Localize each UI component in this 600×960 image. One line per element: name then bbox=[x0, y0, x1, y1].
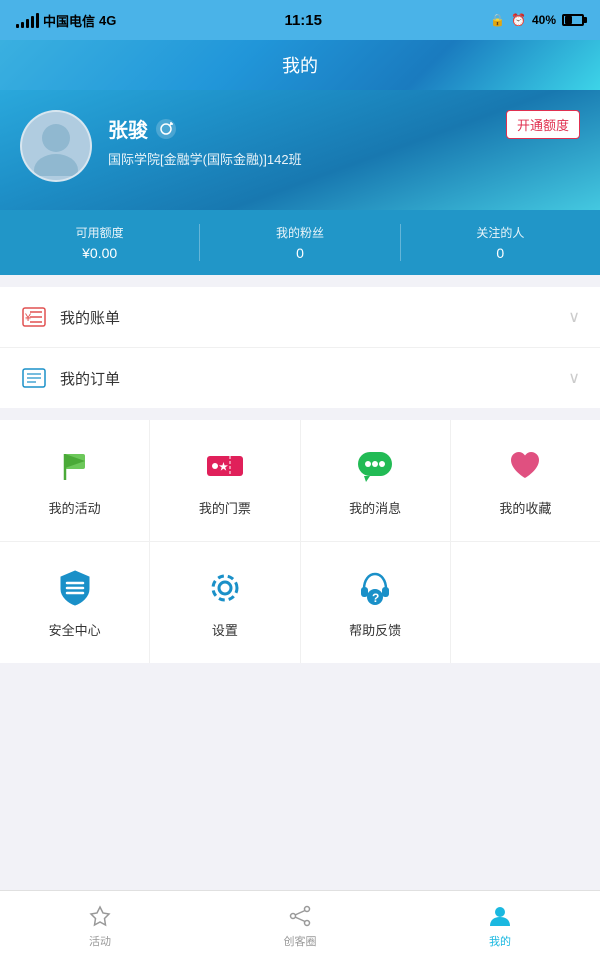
nav-item-mine[interactable]: 我的 bbox=[400, 891, 600, 960]
svg-text:?: ? bbox=[372, 591, 379, 605]
menu-bill-label: 我的账单 bbox=[60, 307, 568, 328]
grid-cell-help[interactable]: ? 帮助反馈 bbox=[301, 542, 451, 663]
stat-fans-label: 我的粉丝 bbox=[200, 224, 399, 241]
battery-pct: 40% bbox=[532, 13, 556, 27]
stat-quota: 可用额度 ¥0.00 bbox=[0, 224, 200, 261]
grid-row-2: 安全中心 设置 ? bbox=[0, 542, 600, 663]
grid-cell-ticket[interactable]: ★ 我的门票 bbox=[150, 420, 300, 541]
grid-message-label: 我的消息 bbox=[349, 498, 401, 517]
network-label: 4G bbox=[99, 13, 116, 28]
open-quota-button[interactable]: 开通额度 bbox=[506, 110, 580, 139]
status-bar: 中国电信 4G 11:15 🔒 ⏰ 40% bbox=[0, 0, 600, 40]
menu-item-order[interactable]: 我的订单 ∨ bbox=[0, 348, 600, 408]
alarm-icon: ⏰ bbox=[511, 13, 526, 27]
carrier-label: 中国电信 bbox=[43, 11, 95, 30]
grid-ticket-label: 我的门票 bbox=[199, 498, 251, 517]
stat-fans: 我的粉丝 0 bbox=[200, 224, 400, 261]
bill-chevron-icon: ∨ bbox=[568, 307, 580, 327]
lock-icon: 🔒 bbox=[490, 13, 505, 27]
ticket-icon: ★ bbox=[203, 444, 247, 488]
avatar bbox=[20, 110, 92, 182]
menu-section: ¥ 我的账单 ∨ 我的订单 ∨ bbox=[0, 287, 600, 408]
nav-item-circle[interactable]: 创客圈 bbox=[200, 891, 400, 960]
nav-circle-label: 创客圈 bbox=[284, 933, 317, 949]
profile-name: 张骏 bbox=[108, 114, 148, 143]
grid-cell-activity[interactable]: 我的活动 bbox=[0, 420, 150, 541]
grid-favorite-label: 我的收藏 bbox=[499, 498, 551, 517]
grid-help-label: 帮助反馈 bbox=[349, 620, 401, 639]
gender-icon bbox=[156, 119, 176, 139]
battery-icon bbox=[562, 14, 584, 26]
status-time: 11:15 bbox=[284, 12, 322, 29]
order-chevron-icon: ∨ bbox=[568, 368, 580, 388]
menu-order-label: 我的订单 bbox=[60, 368, 568, 389]
bill-icon: ¥ bbox=[20, 303, 48, 331]
stat-following: 关注的人 0 bbox=[401, 224, 600, 261]
profile-section: 张骏 国际学院[金融学(国际金融)]142班 开通额度 bbox=[0, 90, 600, 210]
svg-text:★: ★ bbox=[219, 462, 228, 473]
nav-activity-label: 活动 bbox=[89, 933, 111, 949]
menu-item-bill[interactable]: ¥ 我的账单 ∨ bbox=[0, 287, 600, 348]
spacer bbox=[0, 663, 600, 687]
status-right: 🔒 ⏰ 40% bbox=[490, 13, 584, 27]
stat-following-value: 0 bbox=[401, 245, 600, 261]
grid-security-label: 安全中心 bbox=[49, 620, 101, 639]
message-icon bbox=[353, 444, 397, 488]
grid-settings-label: 设置 bbox=[212, 620, 238, 639]
grid-cell-empty bbox=[451, 542, 600, 663]
grid-cell-security[interactable]: 安全中心 bbox=[0, 542, 150, 663]
heart-icon bbox=[503, 444, 547, 488]
grid-row-1: 我的活动 ★ 我的门票 bbox=[0, 420, 600, 542]
stat-following-label: 关注的人 bbox=[401, 224, 600, 241]
page-title: 我的 bbox=[282, 56, 318, 76]
shield-icon bbox=[53, 566, 97, 610]
stat-quota-label: 可用额度 bbox=[0, 224, 199, 241]
order-icon bbox=[20, 364, 48, 392]
signal-icon bbox=[16, 13, 39, 28]
nav-mine-label: 我的 bbox=[489, 933, 511, 949]
status-carrier: 中国电信 4G bbox=[16, 11, 116, 30]
profile-school: 国际学院[金融学(国际金融)]142班 bbox=[108, 149, 580, 168]
stat-quota-value: ¥0.00 bbox=[0, 245, 199, 261]
circle-nav-icon bbox=[287, 903, 313, 929]
grid-section: 我的活动 ★ 我的门票 bbox=[0, 420, 600, 663]
headset-icon: ? bbox=[353, 566, 397, 610]
page-header: 我的 bbox=[0, 40, 600, 90]
grid-activity-label: 我的活动 bbox=[49, 498, 101, 517]
mine-nav-icon bbox=[487, 903, 513, 929]
bottom-nav: 活动 创客圈 我的 bbox=[0, 890, 600, 960]
activity-nav-icon bbox=[87, 903, 113, 929]
grid-cell-message[interactable]: 我的消息 bbox=[301, 420, 451, 541]
grid-cell-settings[interactable]: 设置 bbox=[150, 542, 300, 663]
flag-icon bbox=[53, 444, 97, 488]
gear-icon bbox=[203, 566, 247, 610]
stats-bar: 可用额度 ¥0.00 我的粉丝 0 关注的人 0 bbox=[0, 210, 600, 275]
nav-item-activity[interactable]: 活动 bbox=[0, 891, 200, 960]
grid-cell-favorite[interactable]: 我的收藏 bbox=[451, 420, 600, 541]
stat-fans-value: 0 bbox=[200, 245, 399, 261]
